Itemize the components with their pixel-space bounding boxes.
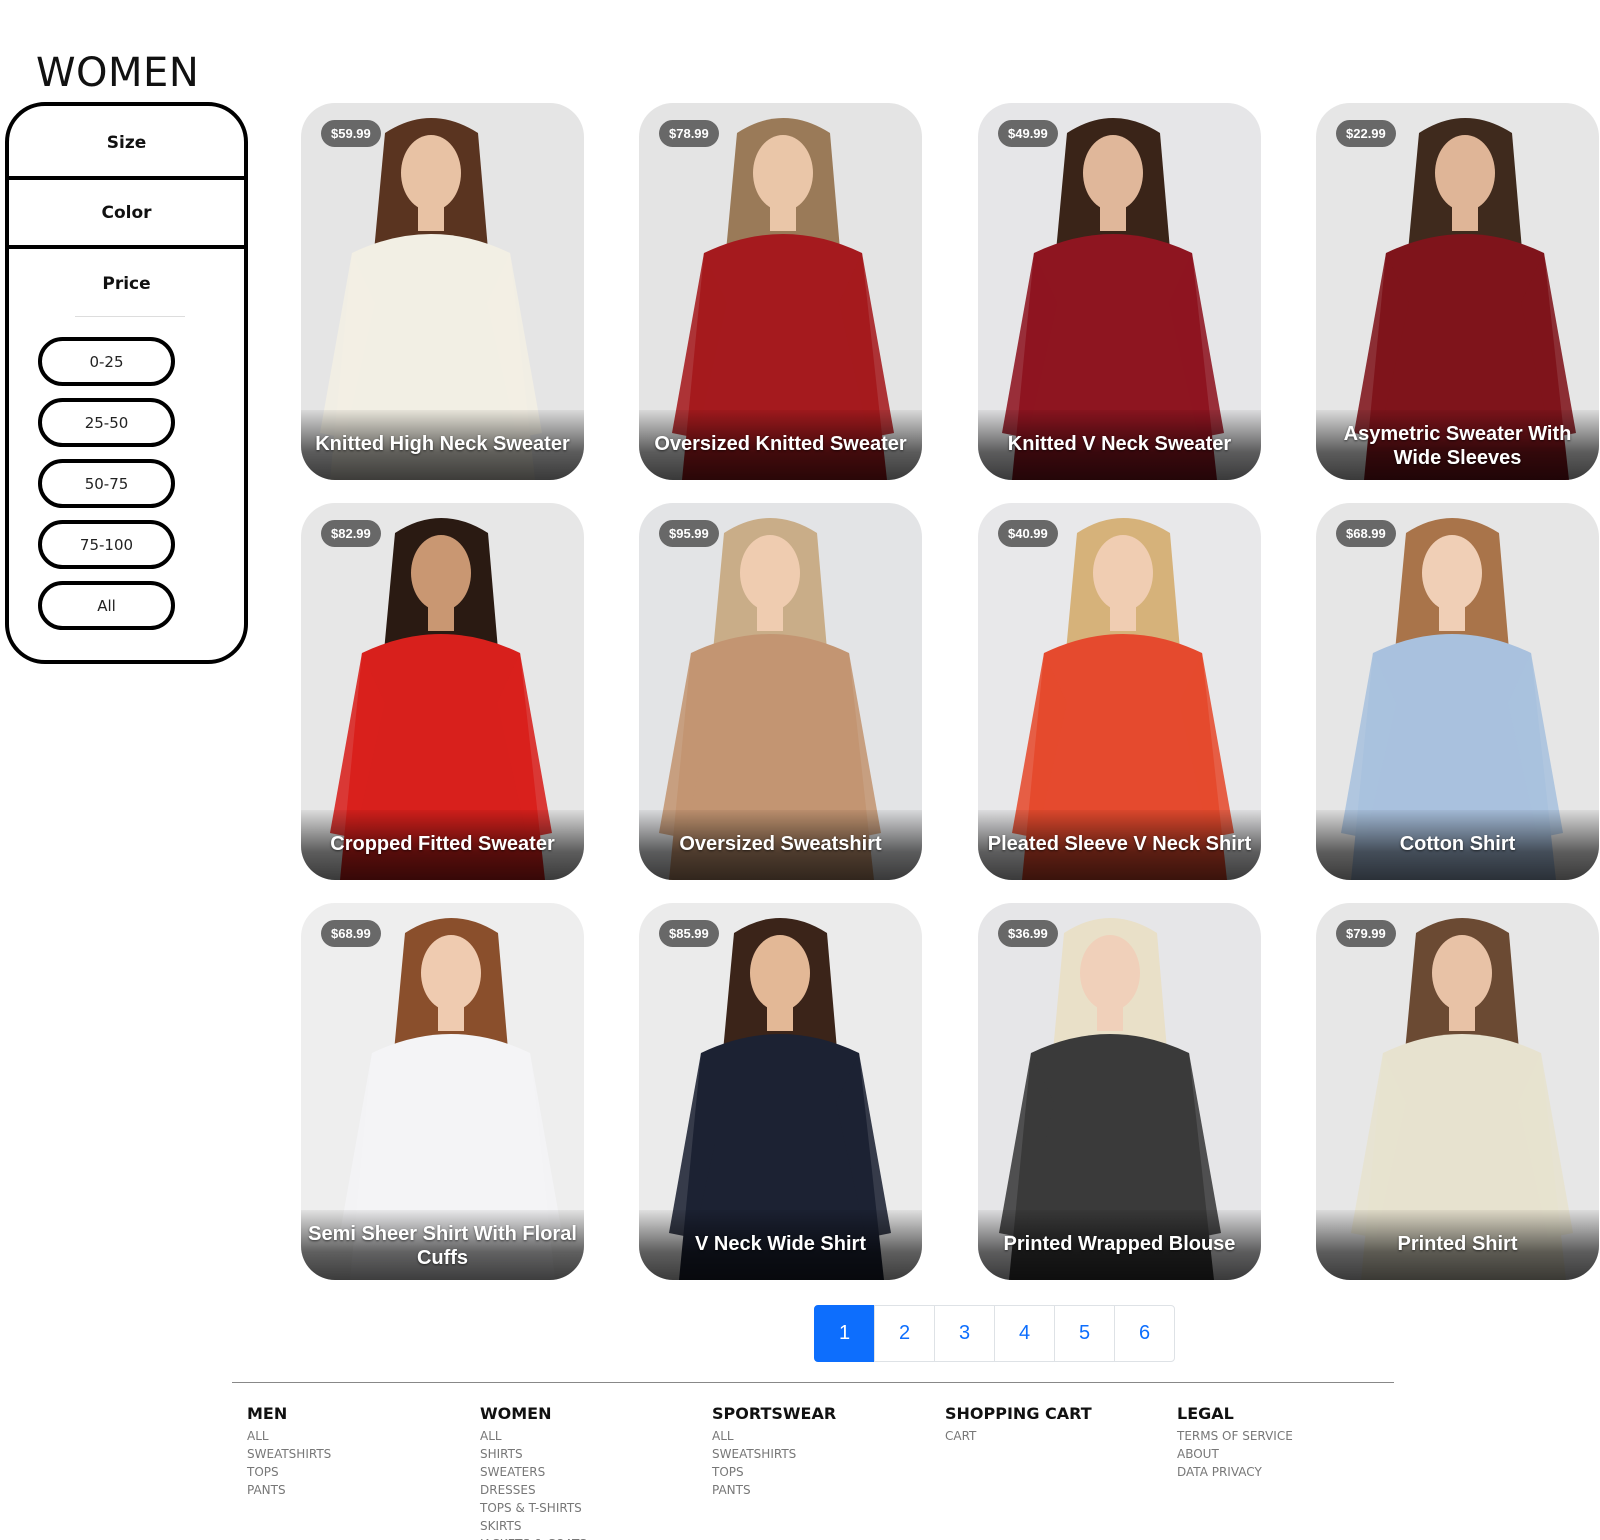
page-2-button[interactable]: 2 xyxy=(874,1305,935,1362)
product-title: V Neck Wide Shirt xyxy=(695,1233,866,1255)
price-option-25-50[interactable]: 25-50 xyxy=(38,398,175,447)
footer-column: SPORTSWEAR ALL SWEATSHIRTS TOPS PANTS xyxy=(712,1404,932,1499)
footer-link[interactable]: ALL xyxy=(712,1427,932,1445)
footer-link[interactable]: TOPS xyxy=(712,1463,932,1481)
product-title: Printed Wrapped Blouse xyxy=(1003,1233,1236,1255)
product-card[interactable]: $79.99 Printed Shirt xyxy=(1316,903,1599,1280)
footer-link[interactable]: CART xyxy=(945,1427,1165,1445)
footer-link[interactable]: SHIRTS xyxy=(480,1445,700,1463)
price-badge: $36.99 xyxy=(998,920,1058,947)
footer-link[interactable]: SKIRTS xyxy=(480,1517,700,1535)
footer-heading: LEGAL xyxy=(1177,1404,1234,1423)
product-card[interactable]: $40.99 Pleated Sleeve V Neck Shirt xyxy=(978,503,1261,880)
product-card[interactable]: $22.99 Asymetric Sweater With Wide Sleeve… xyxy=(1316,103,1599,480)
product-title: Asymetric Sweater With Wide Sleeves xyxy=(1343,423,1572,469)
price-badge: $22.99 xyxy=(1336,120,1396,147)
price-badge: $78.99 xyxy=(659,120,719,147)
page-3-button[interactable]: 3 xyxy=(934,1305,995,1362)
product-card[interactable]: $59.99 Knitted High Neck Sweater xyxy=(301,103,584,480)
footer-heading: SHOPPING CART xyxy=(945,1404,1092,1423)
footer-heading: SPORTSWEAR xyxy=(712,1404,837,1423)
price-badge: $95.99 xyxy=(659,520,719,547)
filter-panel: Size Color Price 0-25 25-50 50-75 75-100… xyxy=(5,102,248,664)
price-badge: $49.99 xyxy=(998,120,1058,147)
pagination: 1 2 3 4 5 6 xyxy=(814,1305,1175,1362)
footer-link[interactable]: TERMS OF SERVICE xyxy=(1177,1427,1397,1445)
price-badge: $68.99 xyxy=(1336,520,1396,547)
product-card[interactable]: $82.99 Cropped Fitted Sweater xyxy=(301,503,584,880)
footer-link[interactable]: ALL xyxy=(247,1427,467,1445)
footer-column: MEN ALL SWEATSHIRTS TOPS PANTS xyxy=(247,1404,467,1499)
price-badge: $68.99 xyxy=(321,920,381,947)
product-card[interactable]: $49.99 Knitted V Neck Sweater xyxy=(978,103,1261,480)
product-title: Oversized Sweatshirt xyxy=(679,833,882,855)
footer-heading: WOMEN xyxy=(480,1404,552,1423)
footer-link[interactable]: ABOUT xyxy=(1177,1445,1397,1463)
footer-link[interactable]: SWEATERS xyxy=(480,1463,700,1481)
product-card[interactable]: $68.99 Semi Sheer Shirt With Floral Cuffs xyxy=(301,903,584,1280)
product-card[interactable]: $36.99 Printed Wrapped Blouse xyxy=(978,903,1261,1280)
price-divider xyxy=(75,316,185,317)
footer-link[interactable]: ALL xyxy=(480,1427,700,1445)
footer-column: SHOPPING CART CART xyxy=(945,1404,1165,1445)
product-title: Semi Sheer Shirt With Floral Cuffs xyxy=(308,1223,577,1269)
price-badge: $40.99 xyxy=(998,520,1058,547)
size-filter-toggle[interactable]: Size xyxy=(9,133,244,153)
price-badge: $79.99 xyxy=(1336,920,1396,947)
footer-link[interactable]: PANTS xyxy=(712,1481,932,1499)
price-option-0-25[interactable]: 0-25 xyxy=(38,337,175,386)
price-badge: $59.99 xyxy=(321,120,381,147)
page-6-button[interactable]: 6 xyxy=(1114,1305,1175,1362)
footer-heading: MEN xyxy=(247,1404,288,1423)
product-title: Cropped Fitted Sweater xyxy=(330,833,555,855)
page-5-button[interactable]: 5 xyxy=(1054,1305,1115,1362)
product-card[interactable]: $85.99 V Neck Wide Shirt xyxy=(639,903,922,1280)
product-card[interactable]: $95.99 Oversized Sweatshirt xyxy=(639,503,922,880)
color-filter-toggle[interactable]: Color xyxy=(9,203,244,223)
footer-link[interactable]: TOPS xyxy=(247,1463,467,1481)
price-filter-toggle[interactable]: Price xyxy=(9,274,244,294)
footer-link[interactable]: SWEATSHIRTS xyxy=(247,1445,467,1463)
price-option-50-75[interactable]: 50-75 xyxy=(38,459,175,508)
product-title: Pleated Sleeve V Neck Shirt xyxy=(987,833,1252,855)
footer-column: WOMEN ALL SHIRTS SWEATERS DRESSES TOPS & T-SH… xyxy=(480,1404,700,1540)
product-card[interactable]: $78.99 Oversized Knitted Sweater xyxy=(639,103,922,480)
product-card[interactable]: $68.99 Cotton Shirt xyxy=(1316,503,1599,880)
price-option-75-100[interactable]: 75-100 xyxy=(38,520,175,569)
footer-link[interactable]: DATA PRIVACY xyxy=(1177,1463,1397,1481)
price-option-all[interactable]: All xyxy=(38,581,175,630)
filter-divider xyxy=(5,176,248,180)
product-title: Knitted High Neck Sweater xyxy=(315,433,570,455)
product-title: Knitted V Neck Sweater xyxy=(1007,433,1232,455)
product-title: Printed Shirt xyxy=(1397,1233,1518,1255)
product-title: Oversized Knitted Sweater xyxy=(654,433,907,455)
price-badge: $82.99 xyxy=(321,520,381,547)
footer-divider xyxy=(232,1382,1394,1383)
footer-link[interactable]: TOPS & T-SHIRTS xyxy=(480,1499,700,1517)
footer-column: LEGAL TERMS OF SERVICE ABOUT DATA PRIVACY xyxy=(1177,1404,1397,1481)
footer-link[interactable]: JACKETS & COATS xyxy=(480,1535,700,1540)
price-badge: $85.99 xyxy=(659,920,719,947)
footer-link[interactable]: PANTS xyxy=(247,1481,467,1499)
product-title: Cotton Shirt xyxy=(1399,833,1516,855)
page-title: WOMEN xyxy=(36,50,200,96)
footer-link[interactable]: DRESSES xyxy=(480,1481,700,1499)
page-4-button[interactable]: 4 xyxy=(994,1305,1055,1362)
page-1-button[interactable]: 1 xyxy=(814,1305,875,1362)
filter-divider xyxy=(5,245,248,249)
footer-link[interactable]: SWEATSHIRTS xyxy=(712,1445,932,1463)
